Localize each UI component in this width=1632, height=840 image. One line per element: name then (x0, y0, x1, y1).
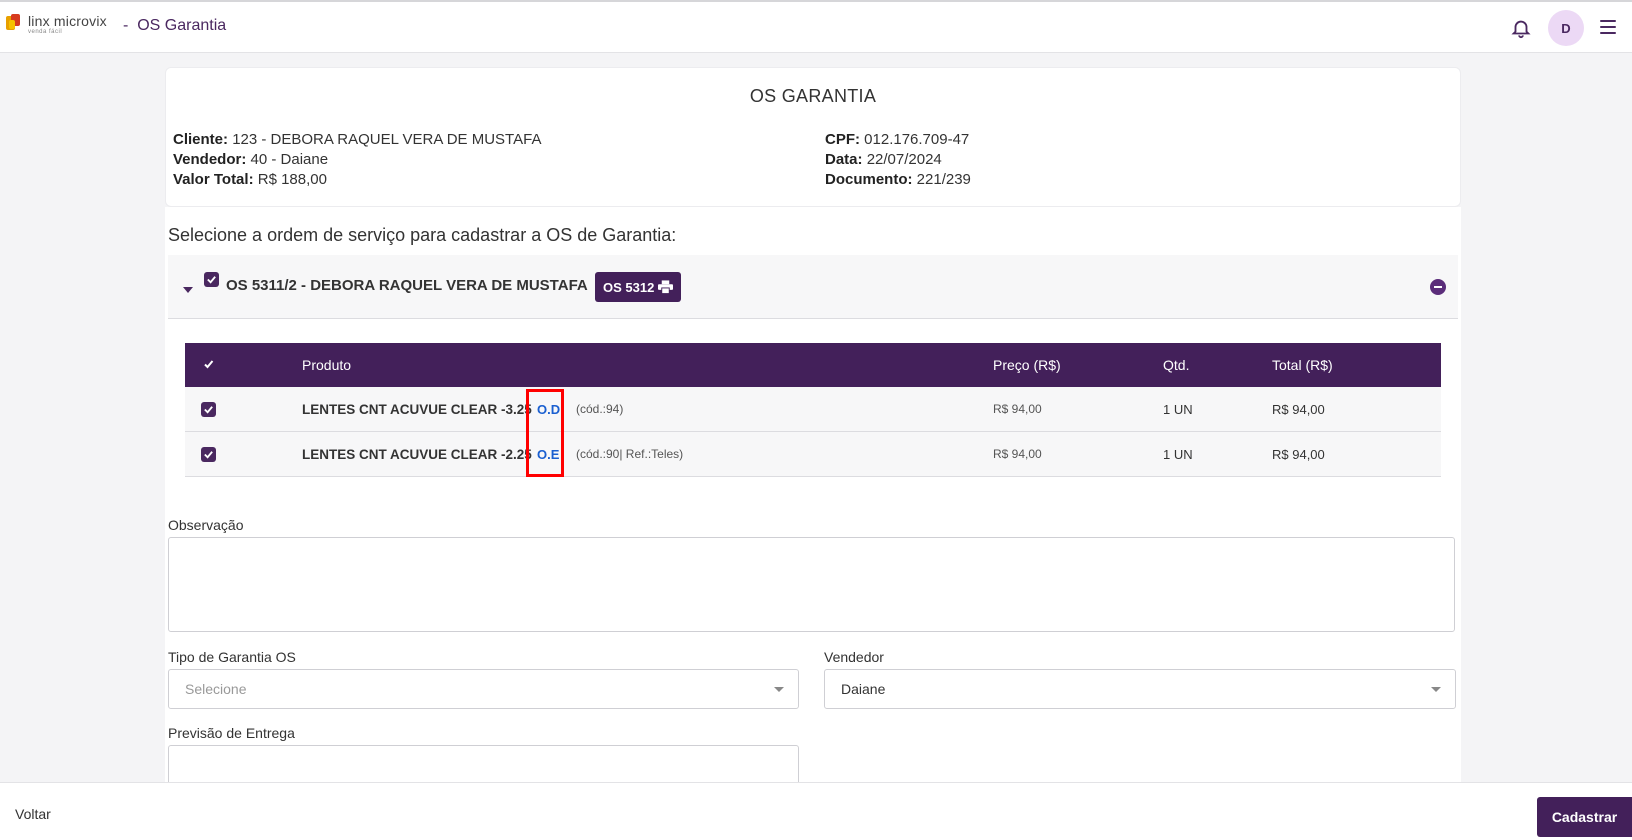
os-accordion-header[interactable]: OS 5311/2 - DEBORA RAQUEL VERA DE MUSTAF… (168, 255, 1458, 319)
brand-name: linx microvix (28, 13, 107, 29)
row-produto: LENTES CNT ACUVUE CLEAR -3.25 (302, 402, 532, 417)
vendedor-line: Vendedor: 40 - Daiane (173, 150, 541, 170)
page-title-text: OS Garantia (137, 17, 227, 34)
col-preco: Preço (R$) (993, 357, 1061, 373)
cpf-value: 012.176.709-47 (864, 131, 970, 148)
row-total: R$ 94,00 (1272, 402, 1325, 417)
tipo-garantia-select[interactable]: Selecione (168, 669, 799, 709)
data-value: 22/07/2024 (866, 151, 942, 168)
documento-value: 221/239 (916, 171, 971, 188)
documento-line: Documento: 221/239 (825, 170, 971, 190)
eye-column-highlight (526, 389, 564, 477)
row-preco: R$ 94,00 (993, 402, 1042, 416)
collapse-minus-icon[interactable] (1430, 279, 1446, 295)
title-separator: - (123, 17, 129, 34)
cliente-label: Cliente: (173, 131, 229, 148)
summary-card: OS GARANTIA Cliente: 123 - DEBORA RAQUEL… (165, 67, 1461, 207)
data-label: Data: (825, 151, 863, 168)
row-qtd: 1 UN (1163, 402, 1193, 417)
vendedor-label: Vendedor: (173, 151, 247, 168)
bell-icon[interactable] (1510, 16, 1532, 40)
table-row[interactable]: LENTES CNT ACUVUE CLEAR -3.25 O.D (cód.:… (185, 387, 1441, 432)
row-qtd: 1 UN (1163, 447, 1193, 462)
col-total: Total (R$) (1272, 357, 1333, 373)
check-icon (204, 451, 213, 459)
table-header: Produto Preço (R$) Qtd. Total (R$) (185, 343, 1441, 387)
valor-total-label: Valor Total: (173, 171, 254, 188)
cpf-line: CPF: 012.176.709-47 (825, 130, 971, 150)
row-codigo: (cód.:90| Ref.:Teles) (576, 447, 684, 461)
row-codigo: (cód.:94) (576, 402, 624, 416)
caret-down-icon[interactable] (183, 287, 193, 293)
brand-tagline: venda fácil (28, 29, 63, 35)
selection-prompt: Selecione a ordem de serviço para cadast… (168, 225, 677, 245)
main-content: Selecione a ordem de serviço para cadast… (165, 207, 1461, 785)
observacao-textarea[interactable] (168, 537, 1455, 632)
cpf-label: CPF: (825, 131, 860, 148)
footer-bar: Voltar Cadastrar (0, 782, 1632, 840)
row-checkbox[interactable] (201, 447, 216, 462)
tipo-garantia-placeholder: Selecione (185, 681, 247, 697)
col-produto: Produto (302, 357, 352, 373)
summary-title: OS GARANTIA (749, 86, 877, 106)
top-bar: linx microvix venda fácil - OS Garantia … (0, 0, 1632, 53)
logo-mark-icon (6, 14, 22, 32)
products-table: Produto Preço (R$) Qtd. Total (R$) LENTE… (185, 343, 1441, 477)
brand-logo[interactable]: linx microvix venda fácil (6, 13, 107, 35)
valor-total-line: Valor Total: R$ 188,00 (173, 170, 541, 190)
cliente-value: 123 - DEBORA RAQUEL VERA DE MUSTAFA (232, 131, 542, 148)
row-total: R$ 94,00 (1272, 447, 1325, 462)
chevron-down-icon (1431, 687, 1441, 692)
col-qtd: Qtd. (1163, 357, 1190, 373)
back-button[interactable]: Voltar (15, 806, 51, 822)
previsao-label: Previsão de Entrega (168, 725, 295, 741)
observacao-label: Observação (168, 517, 244, 533)
documento-label: Documento: (825, 171, 913, 188)
summary-right: CPF: 012.176.709-47 Data: 22/07/2024 Doc… (825, 130, 971, 190)
row-produto: LENTES CNT ACUVUE CLEAR -2.25 (302, 447, 532, 462)
vendedor-select[interactable]: Daiane (824, 669, 1456, 709)
chevron-down-icon (774, 687, 784, 692)
hamburger-menu-icon[interactable] (1600, 20, 1616, 34)
submit-button[interactable]: Cadastrar (1537, 797, 1632, 837)
table-row[interactable]: LENTES CNT ACUVUE CLEAR -2.25 O.E (cód.:… (185, 432, 1441, 477)
os-print-button[interactable]: OS 5312 (595, 272, 682, 302)
data-line: Data: 22/07/2024 (825, 150, 971, 170)
os-badge-label: OS 5312 (603, 279, 655, 295)
os-name: OS 5311/2 - DEBORA RAQUEL VERA DE MUSTAF… (226, 277, 588, 294)
cliente-line: Cliente: 123 - DEBORA RAQUEL VERA DE MUS… (173, 130, 541, 150)
check-icon (204, 406, 213, 414)
vendedor-selected: Daiane (841, 681, 886, 697)
previsao-date-input[interactable] (168, 745, 799, 785)
summary-left: Cliente: 123 - DEBORA RAQUEL VERA DE MUS… (173, 130, 541, 190)
page-title: - OS Garantia (123, 17, 226, 35)
header-check-icon[interactable] (204, 360, 214, 369)
vendedor-label: Vendedor (824, 649, 884, 665)
row-preco: R$ 94,00 (993, 447, 1042, 461)
tipo-garantia-label: Tipo de Garantia OS (168, 649, 296, 665)
check-icon (207, 276, 216, 284)
user-avatar[interactable]: D (1548, 10, 1584, 46)
vendedor-value: 40 - Daiane (250, 151, 329, 168)
printer-icon (658, 280, 674, 294)
valor-total-value: R$ 188,00 (257, 171, 327, 188)
row-checkbox[interactable] (201, 402, 216, 417)
os-checkbox[interactable] (204, 272, 219, 287)
